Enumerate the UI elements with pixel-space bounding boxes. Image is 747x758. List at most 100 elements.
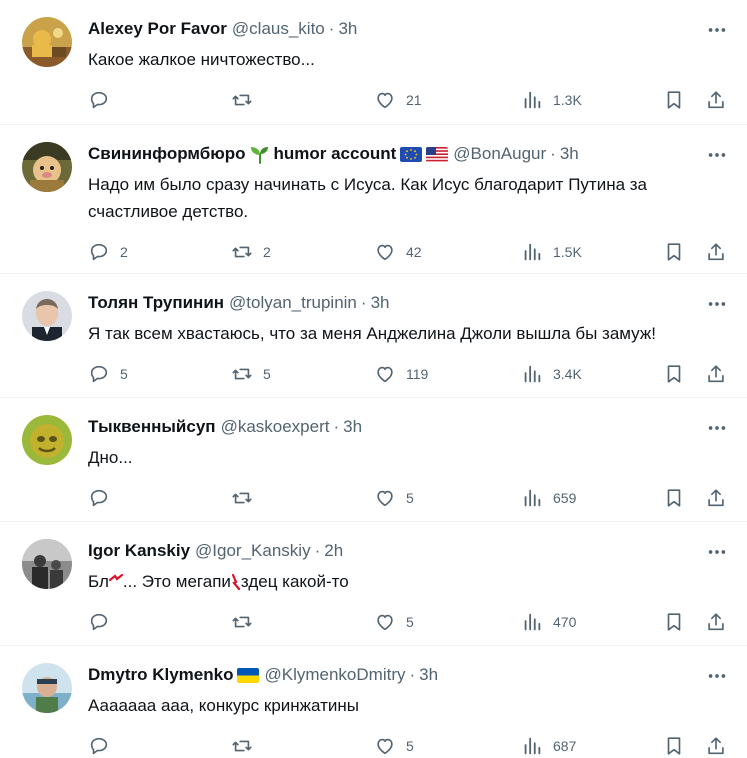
tweet-text: Какое жалкое ничтожество... bbox=[88, 50, 315, 69]
share-button[interactable] bbox=[705, 363, 727, 385]
retweet-button[interactable] bbox=[231, 487, 374, 509]
retweet-button[interactable] bbox=[231, 611, 374, 633]
reply-icon bbox=[90, 91, 108, 109]
bookmark-button[interactable] bbox=[663, 487, 705, 509]
tweet-text: Дно... bbox=[88, 448, 133, 467]
author-name-suffix[interactable]: humor account bbox=[274, 144, 397, 164]
reply-button[interactable] bbox=[88, 611, 231, 633]
heart-icon bbox=[377, 244, 393, 261]
views-button[interactable]: 470 bbox=[521, 611, 663, 633]
avatar[interactable] bbox=[22, 539, 72, 589]
seedling-icon bbox=[249, 144, 271, 164]
tweet-text-part: здец какой-то bbox=[240, 572, 349, 591]
author-handle[interactable]: @kaskoexpert bbox=[221, 417, 330, 437]
author-name[interactable]: Тыквенныйсуп bbox=[88, 417, 216, 437]
author-handle[interactable]: @KlymenkoDmitry bbox=[264, 665, 405, 685]
views-icon bbox=[524, 365, 541, 383]
author-name[interactable]: Свининформбюро bbox=[88, 144, 246, 164]
author-name[interactable]: Alexey Por Favor bbox=[88, 19, 227, 39]
retweet-button[interactable] bbox=[231, 89, 374, 111]
reply-button[interactable]: 2 bbox=[88, 241, 231, 263]
avatar[interactable] bbox=[22, 291, 72, 341]
heart-icon bbox=[377, 490, 393, 507]
tweet-header: Свининформбюро humor account @BonAugur ·… bbox=[88, 142, 733, 166]
views-button[interactable]: 659 bbox=[521, 487, 663, 509]
reply-button[interactable] bbox=[88, 487, 231, 509]
bookmark-button[interactable] bbox=[663, 89, 705, 111]
like-button[interactable]: 5 bbox=[374, 611, 521, 633]
avatar[interactable] bbox=[22, 17, 72, 67]
heart-icon bbox=[377, 614, 393, 631]
views-button[interactable]: 687 bbox=[521, 735, 663, 757]
views-button[interactable]: 3.4K bbox=[521, 363, 663, 385]
retweet-icon bbox=[232, 616, 252, 628]
tweet[interactable]: Dmytro Klymenko @KlymenkoDmitry · 3h Ааа… bbox=[0, 646, 747, 758]
tweet[interactable]: Свининформбюро humor account @BonAugur ·… bbox=[0, 125, 747, 274]
bookmark-button[interactable] bbox=[663, 241, 705, 263]
tweet[interactable]: Igor Kanskiy @Igor_Kanskiy · 2h Бл ... Эт… bbox=[0, 522, 747, 646]
like-button[interactable]: 5 bbox=[374, 735, 521, 757]
more-options-icon[interactable] bbox=[705, 145, 729, 165]
more-options-icon[interactable] bbox=[705, 20, 729, 40]
view-count: 470 bbox=[553, 614, 577, 630]
bookmark-button[interactable] bbox=[663, 363, 705, 385]
reply-button[interactable] bbox=[88, 735, 231, 757]
heart-icon bbox=[377, 92, 393, 109]
more-options-icon[interactable] bbox=[705, 418, 729, 438]
share-button[interactable] bbox=[705, 611, 727, 633]
like-button[interactable]: 5 bbox=[374, 487, 521, 509]
like-button[interactable]: 21 bbox=[374, 89, 521, 111]
like-button[interactable]: 119 bbox=[374, 363, 521, 385]
timestamp[interactable]: 3h bbox=[338, 19, 357, 39]
view-count: 687 bbox=[553, 738, 577, 754]
bookmark-button[interactable] bbox=[663, 735, 705, 757]
author-handle[interactable]: @claus_kito bbox=[232, 19, 325, 39]
like-count: 5 bbox=[406, 738, 414, 754]
retweet-icon bbox=[232, 740, 252, 752]
share-button[interactable] bbox=[705, 241, 727, 263]
bookmark-button[interactable] bbox=[663, 611, 705, 633]
action-bar: 5 687 bbox=[88, 727, 733, 758]
author-handle[interactable]: @BonAugur bbox=[453, 144, 546, 164]
retweet-icon bbox=[232, 94, 252, 106]
views-button[interactable]: 1.3K bbox=[521, 89, 663, 111]
timestamp[interactable]: 2h bbox=[324, 541, 343, 561]
author-handle[interactable]: @tolyan_trupinin bbox=[229, 293, 357, 313]
avatar[interactable] bbox=[22, 142, 72, 192]
action-bar: 2 2 42 1.5K bbox=[88, 233, 733, 277]
tweet-header: Тыквенныйсуп @kaskoexpert · 3h bbox=[88, 415, 733, 439]
share-button[interactable] bbox=[705, 89, 727, 111]
share-button[interactable] bbox=[705, 735, 727, 757]
author-handle[interactable]: @Igor_Kanskiy bbox=[195, 541, 311, 561]
heart-icon bbox=[377, 366, 393, 383]
avatar[interactable] bbox=[22, 415, 72, 465]
like-button[interactable]: 42 bbox=[374, 241, 521, 263]
bookmark-icon bbox=[667, 91, 681, 109]
reply-button[interactable] bbox=[88, 89, 231, 111]
share-button[interactable] bbox=[705, 487, 727, 509]
reply-button[interactable]: 5 bbox=[88, 363, 231, 385]
view-count: 659 bbox=[553, 490, 577, 506]
views-button[interactable]: 1.5K bbox=[521, 241, 663, 263]
author-name[interactable]: Толян Трупинин bbox=[88, 293, 224, 313]
bookmark-icon bbox=[667, 365, 681, 383]
tweet[interactable]: Alexey Por Favor @claus_kito · 3h Какое … bbox=[0, 0, 747, 125]
retweet-button[interactable] bbox=[231, 735, 374, 757]
timestamp[interactable]: 3h bbox=[371, 293, 390, 313]
timestamp[interactable]: 3h bbox=[560, 144, 579, 164]
separator-dot: · bbox=[314, 541, 321, 560]
timestamp[interactable]: 3h bbox=[343, 417, 362, 437]
action-bar: 5 659 bbox=[88, 479, 733, 523]
tweet[interactable]: Тыквенныйсуп @kaskoexpert · 3h Дно... 5 bbox=[0, 398, 747, 522]
more-options-icon[interactable] bbox=[705, 542, 729, 562]
timestamp[interactable]: 3h bbox=[419, 665, 438, 685]
more-options-icon[interactable] bbox=[705, 294, 729, 314]
author-name[interactable]: Igor Kanskiy bbox=[88, 541, 190, 561]
tweet[interactable]: Толян Трупинин @tolyan_trupinin · 3h Я т… bbox=[0, 274, 747, 398]
retweet-button[interactable]: 2 bbox=[231, 241, 374, 263]
avatar[interactable] bbox=[22, 663, 72, 713]
retweet-button[interactable]: 5 bbox=[231, 363, 374, 385]
author-name[interactable]: Dmytro Klymenko bbox=[88, 665, 233, 685]
reply-count: 2 bbox=[120, 244, 128, 260]
more-options-icon[interactable] bbox=[705, 666, 729, 686]
